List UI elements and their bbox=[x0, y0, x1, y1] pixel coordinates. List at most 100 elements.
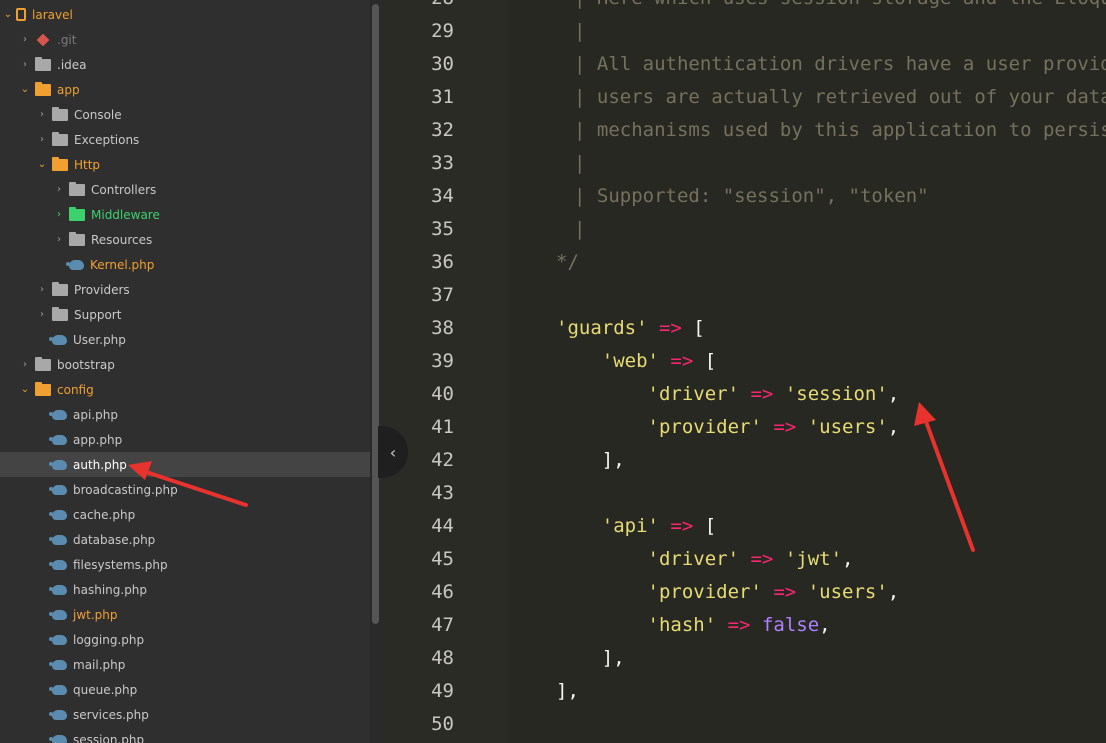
string-token: 'jwt' bbox=[784, 548, 843, 570]
chevron-right-icon[interactable]: › bbox=[53, 234, 65, 245]
php-elephant-icon bbox=[49, 509, 67, 520]
folder-icon bbox=[52, 306, 68, 321]
string-token: 'api' bbox=[601, 515, 659, 537]
tree-item-idea[interactable]: › .idea bbox=[0, 52, 370, 77]
tree-item-auth-php[interactable]: auth.php bbox=[0, 452, 370, 477]
tree-item-console[interactable]: › Console bbox=[0, 102, 370, 127]
php-elephant-icon bbox=[49, 709, 67, 720]
chevron-down-icon[interactable]: ⌄ bbox=[19, 384, 31, 395]
tree-item-kernel-php[interactable]: Kernel.php bbox=[0, 252, 370, 277]
code-line: | Supported: "session", "token" bbox=[574, 180, 929, 213]
tree-item-label: jwt.php bbox=[73, 607, 118, 622]
tree-item-mail-php[interactable]: mail.php bbox=[0, 652, 370, 677]
tree-item-jwt-php[interactable]: jwt.php bbox=[0, 602, 370, 627]
chevron-right-icon[interactable]: › bbox=[53, 209, 65, 220]
punctuation-token bbox=[796, 416, 807, 438]
string-token: 'web' bbox=[601, 350, 659, 372]
tree-item-laravel[interactable]: ⌄ laravel bbox=[0, 2, 370, 27]
code-line: 'hash' => false, bbox=[556, 609, 831, 642]
tree-item-filesystems-php[interactable]: filesystems.php bbox=[0, 552, 370, 577]
string-token: 'users' bbox=[807, 416, 888, 438]
code-line: ], bbox=[556, 444, 625, 477]
tree-item-hashing-php[interactable]: hashing.php bbox=[0, 577, 370, 602]
tree-item-label: cache.php bbox=[73, 507, 136, 522]
tree-item-label: .git bbox=[57, 32, 77, 47]
code-line: 'guards' => [ bbox=[556, 312, 705, 345]
tree-item-user-php[interactable]: User.php bbox=[0, 327, 370, 352]
tree-item-bootstrap[interactable]: › bootstrap bbox=[0, 352, 370, 377]
tree-item-support[interactable]: › Support bbox=[0, 302, 370, 327]
code-line: 'driver' => 'session', bbox=[556, 378, 900, 411]
punctuation-token bbox=[556, 548, 648, 570]
chevron-down-icon[interactable]: ⌄ bbox=[2, 9, 14, 20]
punctuation-token: [ bbox=[693, 515, 717, 537]
punctuation-token: , bbox=[887, 581, 900, 603]
tree-item-label: queue.php bbox=[73, 682, 138, 697]
code-line: */ bbox=[556, 246, 579, 279]
tree-item-middleware[interactable]: › Middleware bbox=[0, 202, 370, 227]
folder-icon bbox=[35, 81, 51, 96]
tree-item-database-php[interactable]: database.php bbox=[0, 527, 370, 552]
chevron-down-icon[interactable]: ⌄ bbox=[19, 84, 31, 95]
tree-item-http[interactable]: ⌄ Http bbox=[0, 152, 370, 177]
php-elephant-icon bbox=[49, 409, 67, 420]
tree-item-resources[interactable]: › Resources bbox=[0, 227, 370, 252]
line-number: 48 bbox=[431, 647, 454, 669]
sidebar-scrollbar[interactable] bbox=[372, 4, 379, 624]
tree-item-api-php[interactable]: api.php bbox=[0, 402, 370, 427]
chevron-right-icon[interactable]: › bbox=[19, 34, 31, 45]
line-number: 43 bbox=[431, 482, 454, 504]
chevron-down-icon[interactable]: ⌄ bbox=[36, 159, 48, 170]
punctuation-token bbox=[762, 416, 773, 438]
line-number: 28 bbox=[384, 0, 454, 15]
tree-item-providers[interactable]: › Providers bbox=[0, 277, 370, 302]
tree-item-app[interactable]: ⌄ app bbox=[0, 77, 370, 102]
php-elephant-icon bbox=[49, 459, 67, 470]
chevron-right-icon[interactable]: › bbox=[53, 184, 65, 195]
chevron-right-icon[interactable]: › bbox=[36, 284, 48, 295]
punctuation-token bbox=[773, 383, 784, 405]
tree-item-label: Providers bbox=[74, 282, 130, 297]
tree-item-app-php[interactable]: app.php bbox=[0, 427, 370, 452]
tree-item-label: Kernel.php bbox=[90, 257, 155, 272]
tree-item-logging-php[interactable]: logging.php bbox=[0, 627, 370, 652]
tree-item-git[interactable]: › .git bbox=[0, 27, 370, 52]
operator-token: => bbox=[727, 614, 751, 636]
chevron-right-icon[interactable]: › bbox=[19, 359, 31, 370]
string-token: 'session' bbox=[784, 383, 888, 405]
chevron-right-icon[interactable]: › bbox=[19, 59, 31, 70]
php-elephant-icon bbox=[66, 259, 84, 270]
tree-item-exceptions[interactable]: › Exceptions bbox=[0, 127, 370, 152]
string-token: 'hash' bbox=[647, 614, 717, 636]
tree-item-services-php[interactable]: services.php bbox=[0, 702, 370, 727]
punctuation-token bbox=[556, 416, 648, 438]
folder-icon bbox=[35, 381, 51, 396]
folder-icon bbox=[69, 181, 85, 196]
code-line: | All authentication drivers have a user… bbox=[574, 48, 1106, 81]
line-number: 37 bbox=[431, 284, 454, 306]
chevron-left-icon: ‹ bbox=[389, 442, 397, 462]
punctuation-token: , bbox=[842, 548, 854, 570]
chevron-right-icon[interactable]: › bbox=[36, 134, 48, 145]
line-number: 30 bbox=[431, 53, 454, 75]
line-number: 39 bbox=[431, 350, 454, 372]
repository-icon bbox=[16, 8, 26, 21]
chevron-right-icon[interactable]: › bbox=[36, 309, 48, 320]
tree-item-queue-php[interactable]: queue.php bbox=[0, 677, 370, 702]
tree-item-controllers[interactable]: › Controllers bbox=[0, 177, 370, 202]
comment-token: | All authentication drivers have a user… bbox=[574, 53, 1106, 75]
chevron-right-icon[interactable]: › bbox=[36, 109, 48, 120]
tree-item-broadcasting-php[interactable]: broadcasting.php bbox=[0, 477, 370, 502]
line-number: 34 bbox=[431, 185, 454, 207]
tree-item-config[interactable]: ⌄ config bbox=[0, 377, 370, 402]
line-number: 46 bbox=[431, 581, 454, 603]
tree-item-label: session.php bbox=[73, 732, 145, 743]
line-number: 29 bbox=[431, 20, 454, 42]
comment-token: | mechanisms used by this application to… bbox=[574, 119, 1106, 141]
string-token: 'guards' bbox=[556, 317, 648, 339]
tree-item-cache-php[interactable]: cache.php bbox=[0, 502, 370, 527]
folder-icon bbox=[52, 131, 68, 146]
punctuation-token bbox=[556, 515, 602, 537]
php-elephant-icon bbox=[49, 334, 67, 345]
tree-item-session-php[interactable]: session.php bbox=[0, 727, 370, 743]
